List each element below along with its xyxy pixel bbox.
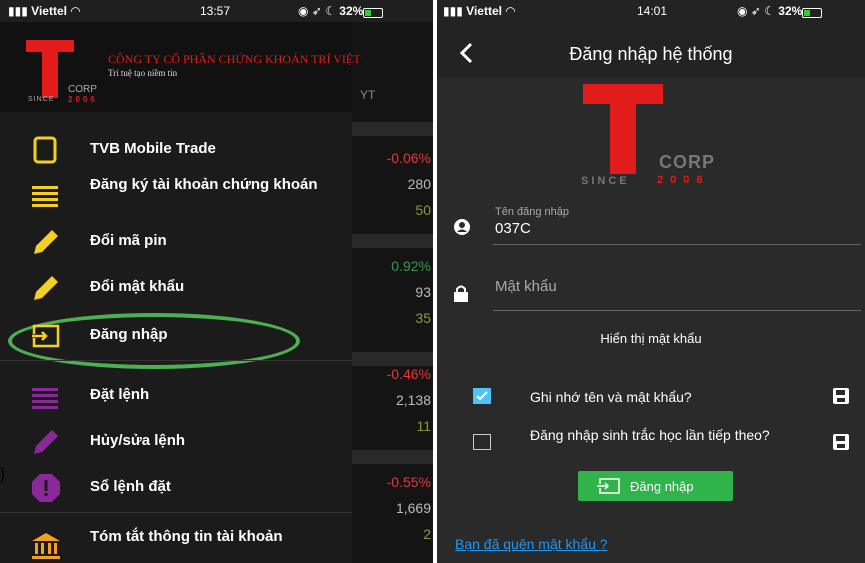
market-cell: 93 xyxy=(415,284,431,300)
list-lines-icon xyxy=(32,186,58,207)
menu-item-change-password[interactable]: Đổi mật khẩu xyxy=(0,266,352,310)
page-title: Đăng nhập hệ thống xyxy=(569,44,733,64)
login-icon xyxy=(30,324,60,348)
table-divider xyxy=(352,122,433,136)
since-text: SINCE xyxy=(581,175,630,187)
menu-item-label: Tóm tắt thông tin tài khoản xyxy=(90,528,283,545)
market-cell: -0.06% xyxy=(386,150,431,166)
menu-item-label: Đặt lệnh xyxy=(90,386,150,403)
market-cell: 50 xyxy=(415,202,431,218)
market-cell: -0.46% xyxy=(386,366,431,382)
menu-item-label: TVB Mobile Trade xyxy=(90,140,216,157)
battery-icon xyxy=(802,8,823,18)
bank-icon xyxy=(32,533,60,559)
save-disk-icon[interactable] xyxy=(833,388,849,404)
market-column-header: YT xyxy=(360,88,376,102)
navigation-bar: Đăng nhập hệ thống xyxy=(437,22,865,78)
market-cell: 2 xyxy=(423,526,431,542)
login-icon xyxy=(596,478,620,494)
username-value: 037C xyxy=(495,220,531,237)
menu-item-label: Đổi mật khẩu xyxy=(90,278,185,295)
carrier: ▮▮▮ Viettel ◠ xyxy=(443,4,516,18)
table-divider xyxy=(352,450,433,464)
biometric-checkbox[interactable] xyxy=(473,434,491,450)
pencil-icon xyxy=(34,230,58,254)
menu-item-label: Đăng nhập xyxy=(90,326,168,343)
since-year: 2006 xyxy=(657,174,710,186)
menu-item-place-order[interactable]: Đặt lệnh xyxy=(0,374,352,418)
clock: 14:01 xyxy=(637,4,668,18)
battery-status: ◉ ➶ ☾ 32% xyxy=(298,4,384,18)
corp-text: CORP xyxy=(659,152,716,172)
corp-text: CORP xyxy=(68,84,97,95)
market-cell: 1,669 xyxy=(395,500,431,516)
menu-item-label: Đăng ký tài khoản chứng khoán xyxy=(90,176,318,193)
market-cell: 2,138 xyxy=(395,392,431,408)
company-slogan: Trí tuệ tạo niềm tin xyxy=(108,68,178,78)
company-name: CÔNG TY CỔ PHẦN CHỨNG KHOÁN TRÍ VIỆT xyxy=(108,52,361,66)
user-circle-icon xyxy=(454,219,470,235)
menu-item-cancel-modify-order[interactable]: Hủy/sửa lệnh xyxy=(0,420,352,464)
phone-outline-icon xyxy=(33,136,57,164)
password-field[interactable]: Mật khẩu xyxy=(493,270,861,311)
menu-item-change-pin[interactable]: Đổi mã pin xyxy=(0,220,352,264)
right-phone-screen: ▮▮▮ Viettel ◠ 14:01 ◉ ➶ ☾ 32% Đăng nhập … xyxy=(437,0,865,563)
market-table: YT -0.06% 280 50 0.92% 93 35 -0.46% 2,138 11 -0.5… xyxy=(352,22,433,563)
status-bar: ▮▮▮ Viettel ◠ 13:57 ◉ ➶ ☾ 32% xyxy=(0,0,433,22)
market-cell: 280 xyxy=(407,176,431,192)
login-button[interactable]: Đăng nhập xyxy=(578,471,733,501)
table-divider xyxy=(352,234,433,248)
login-button-label: Đăng nhập xyxy=(630,479,694,494)
battery-status: ◉ ➶ ☾ 32% xyxy=(737,4,823,18)
market-cell: 11 xyxy=(416,418,431,434)
carrier: ▮▮▮ Viettel ◠ xyxy=(8,4,81,18)
since-text: SINCE xyxy=(28,96,55,103)
drawer-header: CÔNG TY CỔ PHẦN CHỨNG KHOÁN TRÍ VIỆT Trí… xyxy=(0,22,361,112)
username-label: Tên đăng nhập xyxy=(495,206,570,218)
show-password-toggle[interactable]: Hiển thị mật khẩu xyxy=(437,331,865,346)
menu-item-tvb-mobile-trade[interactable]: TVB Mobile Trade xyxy=(0,128,352,172)
biometric-label: Đăng nhập sinh trắc học lần tiếp theo? xyxy=(530,427,770,443)
navigation-drawer: CÔNG TY CỔ PHẦN CHỨNG KHOÁN TRÍ VIỆT Trí… xyxy=(0,22,361,563)
since-year: 2006 xyxy=(68,95,98,104)
menu-divider xyxy=(0,360,352,361)
market-cell: 0.92% xyxy=(391,258,431,274)
market-cell: -0.55% xyxy=(386,474,431,490)
remember-label: Ghi nhớ tên và mật khẩu? xyxy=(530,389,692,405)
username-field[interactable]: Tên đăng nhập 037C xyxy=(493,204,861,245)
forgot-password-link[interactable]: Bạn đã quên mật khẩu ? xyxy=(455,536,608,552)
lock-icon xyxy=(454,285,468,302)
password-placeholder: Mật khẩu xyxy=(495,278,557,295)
list-lines-icon xyxy=(32,388,58,409)
table-divider xyxy=(352,352,433,366)
menu-divider xyxy=(0,512,352,513)
status-bar: ▮▮▮ Viettel ◠ 14:01 ◉ ➶ ☾ 32% xyxy=(437,0,865,22)
alert-octagon-icon xyxy=(32,474,60,502)
tvb-t-logo xyxy=(26,40,74,98)
remember-checkbox[interactable] xyxy=(473,388,491,404)
pencil-icon xyxy=(34,276,58,300)
clock: 13:57 xyxy=(200,4,231,18)
menu-item-register-account[interactable]: Đăng ký tài khoản chứng khoán xyxy=(0,170,352,216)
check-icon xyxy=(476,391,488,401)
left-phone-screen: ▮▮▮ Viettel ◠ 13:57 ◉ ➶ ☾ 32% YT -0.06% 2… xyxy=(0,0,433,563)
menu-item-label: Hủy/sửa lệnh xyxy=(90,432,186,449)
menu-item-order-book[interactable]: Sổ lệnh đặt } xyxy=(0,466,352,510)
menu-item-label: Sổ lệnh đặt xyxy=(90,478,171,495)
market-cell: 35 xyxy=(415,310,431,326)
menu-item-label: Đổi mã pin xyxy=(90,232,167,249)
save-disk-icon[interactable] xyxy=(833,434,849,450)
menu-item-login[interactable]: Đăng nhập xyxy=(0,314,352,358)
menu-item-account-summary[interactable]: Tóm tắt thông tin tài khoản xyxy=(0,522,352,563)
tvb-t-logo xyxy=(583,84,663,174)
battery-icon xyxy=(363,8,384,18)
pencil-icon xyxy=(34,430,58,454)
